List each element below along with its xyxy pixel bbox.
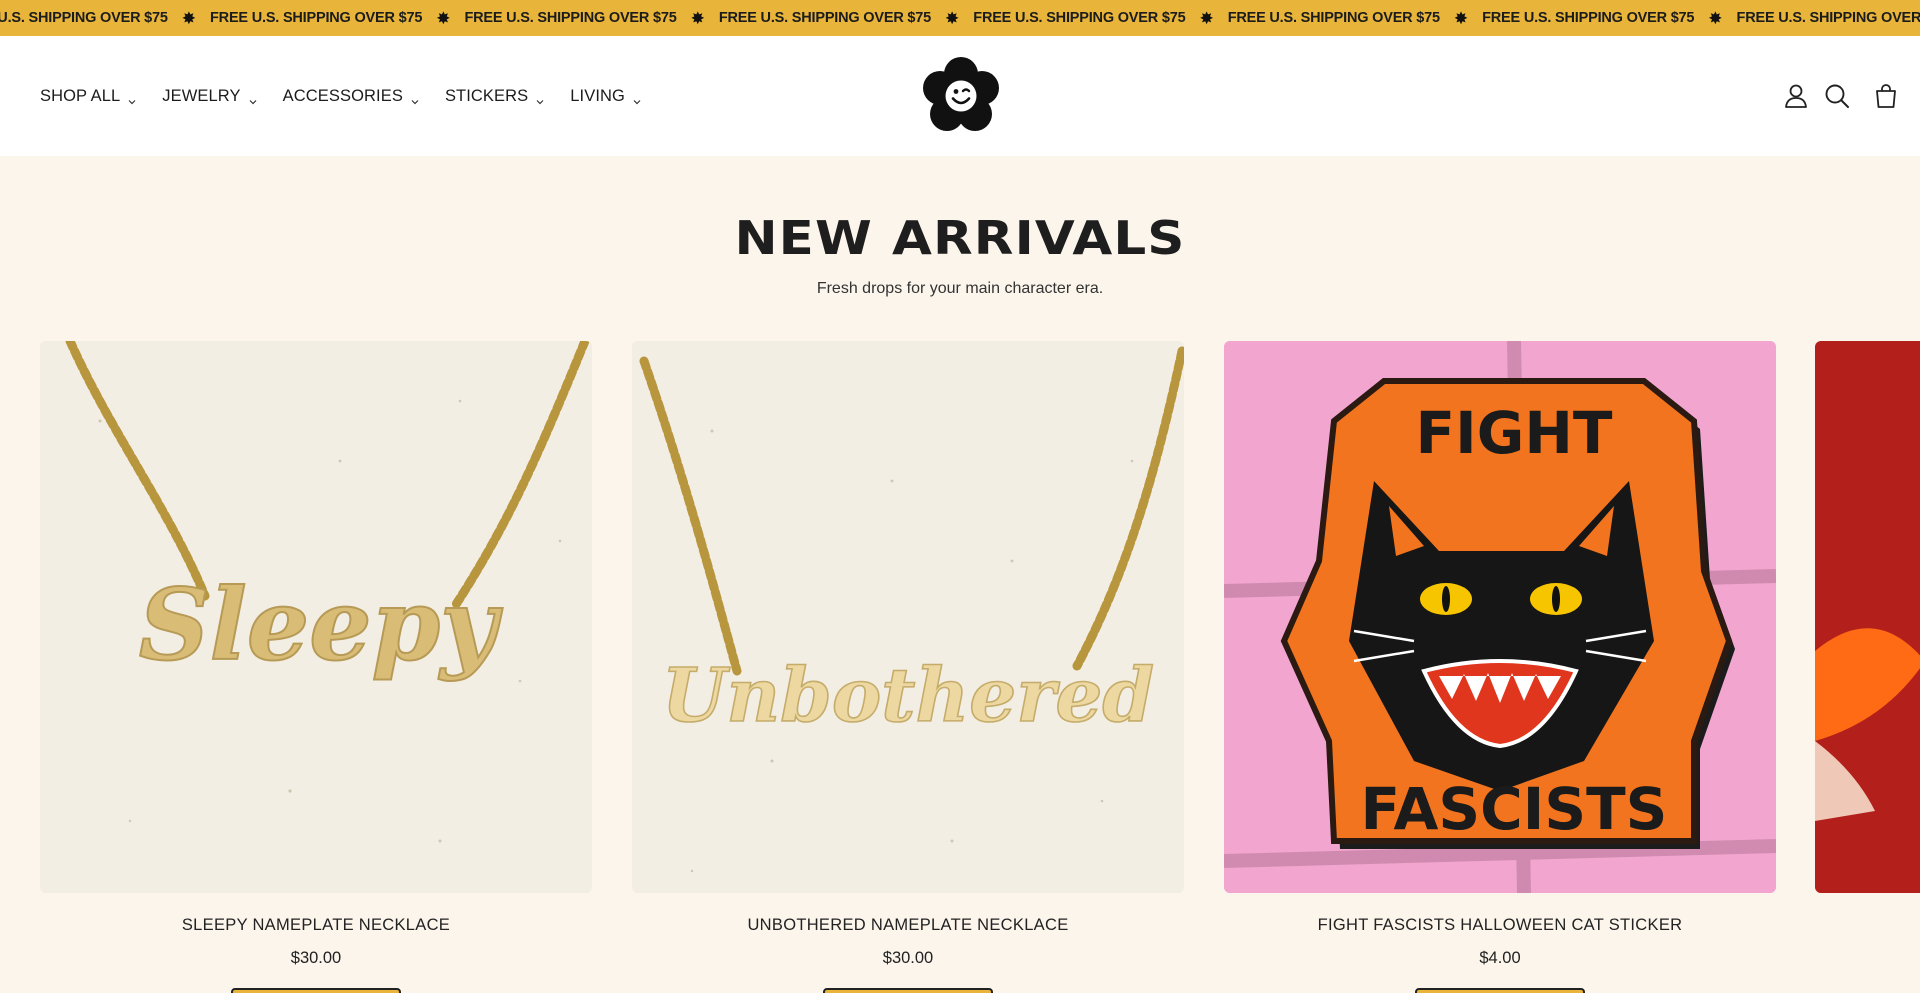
star-icon: ✸ bbox=[181, 8, 197, 28]
announcement-text: FREE U.S. SHIPPING OVER $75 bbox=[1736, 10, 1920, 26]
product-image-text-bottom: FASCISTS bbox=[1361, 775, 1668, 843]
product-image-text: Unbothered bbox=[662, 653, 1154, 739]
announcement-text: FREE U.S. SHIPPING OVER $75 bbox=[1482, 10, 1695, 26]
star-icon: ✸ bbox=[436, 8, 451, 28]
product-image-partial[interactable] bbox=[1815, 341, 1920, 893]
product-card[interactable]: FIGHT FASCISTS FIGHT FASCISTS HALLOWEEN … bbox=[1224, 341, 1776, 993]
nav-item-label: STICKERS bbox=[444, 86, 529, 105]
site-header: SHOP ALL JEWELRY ACCESSORIES STICKERS LIVING bbox=[0, 36, 1920, 156]
add-to-cart-button[interactable] bbox=[823, 988, 993, 993]
nav-item-label: LIVING bbox=[570, 86, 625, 105]
announcement-text: FREE U.S. SHIPPING OVER $75 bbox=[718, 10, 932, 26]
nav-item-label: SHOP ALL bbox=[40, 86, 121, 105]
product-price: $30.00 bbox=[290, 949, 342, 967]
product-price: $4.00 bbox=[1479, 949, 1521, 967]
flower-logo-icon bbox=[923, 57, 999, 131]
logo[interactable] bbox=[919, 54, 1003, 138]
section-subtitle: Fresh drops for your main character era. bbox=[816, 280, 1104, 297]
product-image-text-top: FIGHT bbox=[1416, 399, 1613, 467]
cart-icon[interactable] bbox=[1872, 82, 1900, 110]
chevron-down-icon bbox=[128, 92, 136, 105]
announcement-text: FREE U.S. SHIPPING OVER $75 bbox=[210, 10, 423, 26]
announcement-text: E U.S. SHIPPING OVER $75 bbox=[0, 10, 168, 26]
announcement-text: FREE U.S. SHIPPING OVER $75 bbox=[973, 10, 1186, 26]
product-image-text: Sleepy bbox=[139, 568, 503, 683]
search-icon[interactable] bbox=[1823, 82, 1851, 110]
chevron-down-icon bbox=[633, 92, 641, 105]
nav-accessories[interactable]: ACCESSORIES bbox=[283, 87, 419, 106]
nav-shop-all[interactable]: SHOP ALL bbox=[40, 87, 136, 106]
product-price: $30.00 bbox=[882, 949, 934, 967]
chevron-down-icon bbox=[536, 92, 544, 105]
announcement-text: FREE U.S. SHIPPING OVER $75 bbox=[1227, 10, 1440, 26]
star-icon: ✸ bbox=[690, 8, 705, 28]
product-title[interactable]: UNBOTHERED NAMEPLATE NECKLACE bbox=[632, 916, 1184, 935]
star-icon: ✸ bbox=[1453, 8, 1469, 28]
main-nav: SHOP ALL JEWELRY ACCESSORIES STICKERS LIVING bbox=[40, 36, 641, 156]
add-to-cart-button[interactable] bbox=[1415, 988, 1585, 993]
nav-living[interactable]: LIVING bbox=[570, 87, 641, 106]
product-title[interactable]: SLEEPY NAMEPLATE NECKLACE bbox=[40, 916, 592, 935]
announcement-track: E U.S. SHIPPING OVER $75 ✸ FREE U.S. SHIPP… bbox=[0, 0, 1920, 36]
product-image[interactable]: Sleepy bbox=[40, 341, 592, 893]
add-to-cart-button[interactable] bbox=[231, 988, 401, 993]
announcement-text: FREE U.S. SHIPPING OVER $75 bbox=[464, 10, 677, 26]
star-icon: ✸ bbox=[1199, 8, 1214, 28]
section-title: NEW ARRIVALS bbox=[734, 211, 1186, 265]
nav-jewelry[interactable]: JEWELRY bbox=[162, 86, 257, 106]
product-card[interactable]: Unbothered UNBOTHERED NAMEPLATE NECKLACE… bbox=[632, 341, 1184, 993]
star-icon: ✸ bbox=[945, 8, 960, 28]
product-image[interactable]: Unbothered bbox=[632, 341, 1184, 893]
product-title[interactable]: FIGHT FASCISTS HALLOWEEN CAT STICKER bbox=[1224, 916, 1776, 935]
nav-item-label: JEWELRY bbox=[162, 86, 241, 105]
star-icon: ✸ bbox=[1708, 8, 1723, 28]
nav-item-label: ACCESSORIES bbox=[282, 86, 403, 105]
product-card[interactable]: Sleepy SLEEPY NAMEPLATE NECKLACE $30.00 bbox=[40, 341, 592, 993]
chevron-down-icon bbox=[249, 92, 257, 105]
account-icon[interactable] bbox=[1782, 82, 1810, 110]
nav-stickers[interactable]: STICKERS bbox=[445, 87, 544, 106]
chevron-down-icon bbox=[411, 92, 419, 105]
product-image[interactable]: FIGHT FASCISTS bbox=[1224, 341, 1776, 893]
announcement-bar: E U.S. SHIPPING OVER $75 ✸ FREE U.S. SHIPP… bbox=[0, 0, 1920, 36]
